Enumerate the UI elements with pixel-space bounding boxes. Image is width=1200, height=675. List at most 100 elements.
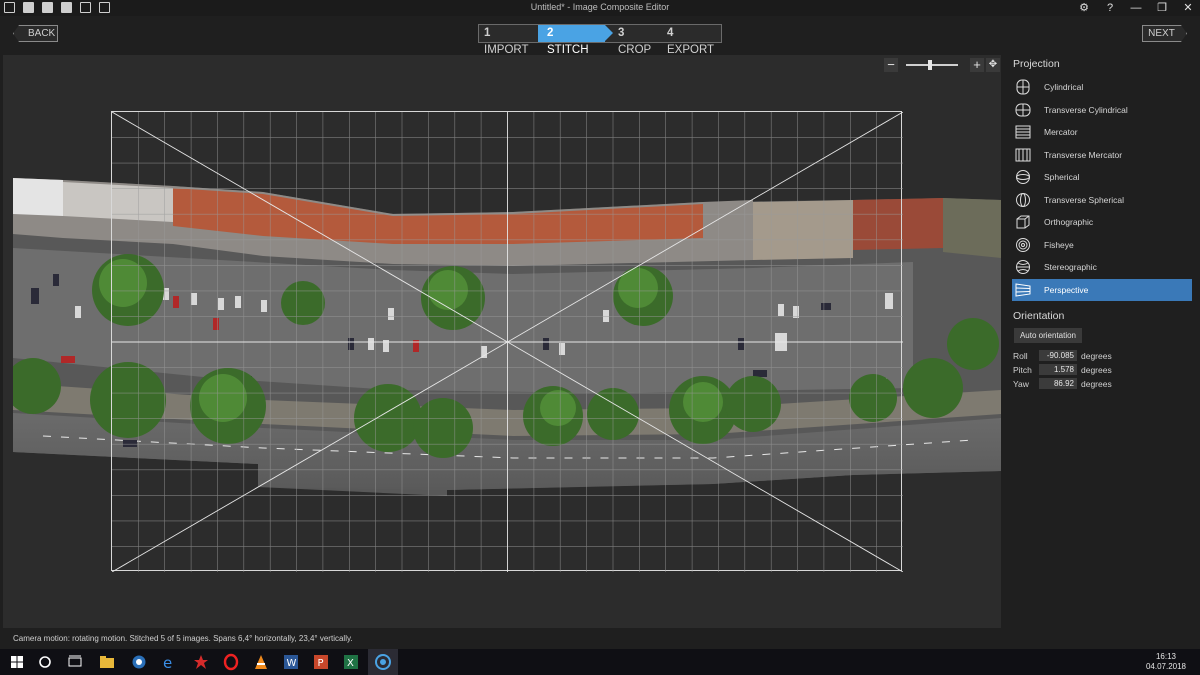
projection-heading: Projection — [1013, 58, 1060, 70]
zoom-slider-thumb[interactable] — [927, 60, 932, 70]
projection-label: Perspective — [1044, 284, 1089, 295]
windows-taskbar: e W P X 16:13 04.07.2018 — [0, 649, 1200, 675]
step-crop[interactable]: 3 CROP — [605, 25, 662, 56]
app-window: Untitled* - Image Composite Editor ⚙ ? —… — [0, 0, 1200, 649]
svg-text:X: X — [347, 658, 354, 669]
step-number: 4 — [667, 27, 674, 39]
orientation-heading: Orientation — [1013, 310, 1065, 322]
svg-text:P: P — [318, 658, 324, 669]
pitch-input[interactable]: 1.578 — [1039, 364, 1077, 375]
cylindrical-icon — [1014, 79, 1032, 95]
title-bar: Untitled* - Image Composite Editor ⚙ ? —… — [0, 0, 1200, 16]
zoom-slider[interactable] — [906, 60, 958, 70]
pitch-label: Pitch — [1013, 364, 1032, 375]
projection-label: Fisheye — [1044, 239, 1074, 250]
projection-item-cylindrical[interactable]: Cylindrical — [1012, 76, 1192, 99]
projection-item-transverse-mercator[interactable]: Transverse Mercator — [1012, 144, 1192, 167]
projection-label: Transverse Spherical — [1044, 194, 1124, 205]
projection-item-transverse-spherical[interactable]: Transverse Spherical — [1012, 189, 1192, 212]
yaw-unit: degrees — [1081, 378, 1112, 389]
yaw-input[interactable]: 86.92 — [1039, 378, 1077, 389]
status-text: Camera motion: rotating motion. Stitched… — [13, 634, 353, 643]
transverse-spherical-icon — [1014, 192, 1032, 208]
window-title: Untitled* - Image Composite Editor — [530, 2, 670, 12]
projection-label: Mercator — [1044, 127, 1078, 138]
projection-label: Orthographic — [1044, 217, 1094, 228]
word-icon[interactable]: W — [282, 653, 300, 671]
windows-start-icon[interactable] — [8, 653, 26, 671]
projection-item-spherical[interactable]: Spherical — [1012, 166, 1192, 189]
projection-panel: Projection Cylindrical Transverse Cylind… — [1006, 55, 1200, 628]
spherical-icon — [1014, 169, 1032, 185]
projection-list: Cylindrical Transverse Cylindrical Merca… — [1012, 76, 1192, 301]
wizard-nav: BACK 1 IMPORT 2 STITCH 3 CROP 4 EXPORT N… — [0, 22, 1200, 56]
orthographic-icon — [1014, 214, 1032, 230]
clock-date: 04.07.2018 — [1145, 662, 1186, 671]
step-import[interactable]: 1 IMPORT — [479, 25, 538, 56]
taskbar-clock[interactable]: 16:13 04.07.2018 — [1146, 652, 1186, 672]
roll-input[interactable]: -90.085 — [1039, 350, 1077, 361]
projection-item-transverse-cylindrical[interactable]: Transverse Cylindrical — [1012, 99, 1192, 122]
next-button[interactable]: NEXT — [1142, 25, 1187, 42]
app-red-icon[interactable] — [192, 653, 210, 671]
yaw-row: Yaw 86.92 degrees — [1013, 378, 1112, 389]
pitch-row: Pitch 1.578 degrees — [1013, 364, 1112, 375]
svg-text:e: e — [163, 654, 172, 671]
projection-item-mercator[interactable]: Mercator — [1012, 121, 1192, 144]
edge-icon[interactable]: e — [160, 653, 178, 671]
excel-icon[interactable]: X — [342, 653, 360, 671]
window-controls: ⚙ ? — ❐ ✕ — [1078, 1, 1194, 15]
svg-text:W: W — [287, 658, 297, 669]
auto-orientation-button[interactable]: Auto orientation — [1014, 328, 1082, 343]
transverse-mercator-icon — [1014, 147, 1032, 163]
step-number: 3 — [618, 27, 625, 39]
projection-label: Cylindrical — [1044, 82, 1084, 93]
fit-to-window-icon[interactable]: ✥ — [986, 58, 1000, 72]
help-button[interactable]: ? — [1104, 1, 1116, 15]
stitch-canvas[interactable]: − + ✥ — [3, 55, 1001, 628]
vlc-icon[interactable] — [252, 653, 270, 671]
crop-guide-grid[interactable] — [111, 111, 903, 572]
fisheye-icon — [1014, 237, 1032, 253]
close-button[interactable]: ✕ — [1182, 1, 1194, 15]
clock-time: 16:13 — [1155, 652, 1176, 661]
projection-item-perspective[interactable]: Perspective — [1012, 278, 1192, 301]
cortana-icon[interactable] — [36, 653, 54, 671]
step-stitch[interactable]: 2 STITCH — [538, 25, 613, 56]
zoom-control: − + ✥ — [884, 58, 1000, 72]
projection-label: Spherical — [1044, 172, 1080, 183]
projection-item-orthographic[interactable]: Orthographic — [1012, 211, 1192, 234]
projection-item-stereographic[interactable]: Stereographic — [1012, 256, 1192, 279]
roll-row: Roll -90.085 degrees — [1013, 350, 1112, 361]
zoom-out-button[interactable]: − — [884, 58, 898, 72]
powerpoint-icon[interactable]: P — [312, 653, 330, 671]
file-explorer-icon[interactable] — [98, 653, 116, 671]
projection-label: Stereographic — [1044, 262, 1097, 273]
step-export[interactable]: 4 EXPORT — [662, 25, 721, 56]
projection-item-fisheye[interactable]: Fisheye — [1012, 234, 1192, 257]
step-number: 1 — [484, 27, 491, 39]
pitch-unit: degrees — [1081, 364, 1112, 375]
grid-overlay — [112, 112, 903, 572]
opera-icon[interactable] — [222, 653, 240, 671]
roll-unit: degrees — [1081, 350, 1112, 361]
projection-label: Transverse Cylindrical — [1044, 104, 1128, 115]
image-composite-editor-icon[interactable] — [374, 653, 392, 671]
browser-icon[interactable] — [130, 653, 148, 671]
transverse-cylindrical-icon — [1014, 102, 1032, 118]
restore-button[interactable]: ❐ — [1156, 1, 1168, 15]
back-button[interactable]: BACK — [13, 25, 58, 42]
projection-label: Transverse Mercator — [1044, 149, 1123, 160]
task-view-icon[interactable] — [66, 653, 84, 671]
zoom-in-button[interactable]: + — [970, 58, 984, 72]
perspective-icon — [1014, 282, 1032, 298]
mercator-icon — [1014, 124, 1032, 140]
roll-label: Roll — [1013, 350, 1028, 361]
wizard-steps: 1 IMPORT 2 STITCH 3 CROP 4 EXPORT — [478, 24, 722, 56]
minimize-button[interactable]: — — [1130, 1, 1142, 15]
stereographic-icon — [1014, 259, 1032, 275]
orientation-section: Orientation Auto orientation Roll -90.08… — [1006, 310, 1200, 389]
gear-icon[interactable]: ⚙ — [1078, 1, 1090, 15]
yaw-label: Yaw — [1013, 378, 1029, 389]
step-number: 2 — [547, 27, 554, 39]
